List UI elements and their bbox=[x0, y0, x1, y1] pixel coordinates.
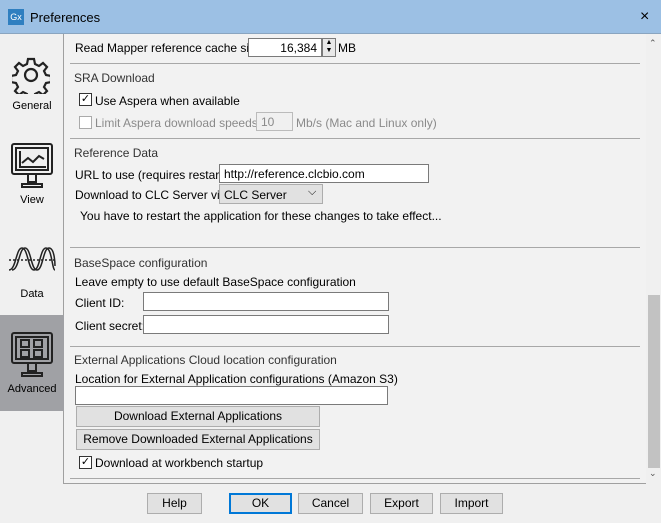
chevron-down-icon: ⌵ bbox=[308, 186, 317, 198]
cache-size-label: Read Mapper reference cache size: bbox=[75, 41, 266, 55]
cancel-button[interactable]: Cancel bbox=[298, 493, 363, 514]
use-aspera-checkbox[interactable]: ✓ bbox=[79, 93, 92, 106]
sidebar-item-label: Data bbox=[20, 288, 44, 300]
download-via-value: CLC Server bbox=[224, 188, 287, 202]
sidebar-item-label: View bbox=[20, 194, 44, 206]
help-button[interactable]: Help bbox=[147, 493, 202, 514]
limit-unit: Mb/s (Mac and Linux only) bbox=[296, 116, 437, 130]
app-icon: Gx bbox=[8, 9, 24, 25]
close-icon[interactable]: × bbox=[640, 8, 649, 26]
cache-size-spinner[interactable]: ▲ ▼ bbox=[322, 38, 336, 57]
download-via-select[interactable]: CLC Server ⌵ bbox=[219, 184, 323, 204]
use-aspera-label: Use Aspera when available bbox=[95, 94, 240, 108]
scroll-up-icon[interactable]: ⌃ bbox=[649, 38, 657, 49]
scroll-down-icon[interactable]: ⌄ bbox=[649, 468, 657, 479]
location-input[interactable] bbox=[75, 386, 388, 405]
limit-aspera-label: Limit Aspera download speeds to bbox=[95, 116, 272, 130]
sidebar: General View Data Advanced bbox=[0, 34, 64, 484]
sidebar-item-advanced[interactable]: Advanced bbox=[0, 315, 64, 411]
monitor-checkbox-icon bbox=[11, 332, 53, 377]
scrollbar-thumb[interactable] bbox=[648, 295, 660, 468]
location-label: Location for External Application config… bbox=[75, 372, 398, 386]
url-input[interactable]: http://reference.clcbio.com bbox=[219, 164, 429, 183]
limit-aspera-checkbox[interactable] bbox=[79, 116, 92, 129]
sidebar-item-label: General bbox=[12, 100, 52, 112]
reference-heading: Reference Data bbox=[74, 146, 159, 160]
divider bbox=[70, 478, 640, 479]
download-startup-label: Download at workbench startup bbox=[95, 456, 264, 470]
cache-unit: MB bbox=[338, 41, 356, 55]
limit-speed-input[interactable]: 10 bbox=[256, 112, 293, 131]
divider bbox=[70, 63, 640, 64]
client-id-label: Client ID: bbox=[75, 296, 125, 310]
external-heading: External Applications Cloud location con… bbox=[74, 353, 337, 367]
title-bar: Gx Preferences × bbox=[0, 0, 661, 34]
client-id-input[interactable] bbox=[143, 292, 389, 311]
divider bbox=[70, 138, 640, 139]
ok-button[interactable]: OK bbox=[229, 493, 292, 514]
divider bbox=[70, 247, 640, 248]
sra-heading: SRA Download bbox=[74, 71, 155, 85]
sidebar-item-view[interactable]: View bbox=[0, 130, 64, 226]
download-via-label: Download to CLC Server via bbox=[75, 188, 227, 202]
window-title: Preferences bbox=[30, 10, 101, 25]
basespace-hint: Leave empty to use default BaseSpace con… bbox=[75, 275, 356, 289]
divider bbox=[70, 346, 640, 347]
url-label: URL to use (requires restart): bbox=[75, 168, 230, 182]
import-button[interactable]: Import bbox=[440, 493, 503, 514]
waves-icon bbox=[8, 247, 56, 271]
sidebar-item-data[interactable]: Data bbox=[0, 226, 64, 322]
cache-size-input[interactable]: 16,384 bbox=[248, 38, 322, 57]
download-startup-checkbox[interactable]: ✓ bbox=[79, 456, 92, 469]
monitor-chart-icon bbox=[11, 143, 53, 188]
download-external-apps-button[interactable]: Download External Applications bbox=[76, 406, 320, 427]
sidebar-item-label: Advanced bbox=[7, 383, 57, 395]
client-secret-label: Client secret: bbox=[75, 319, 146, 333]
sidebar-item-general[interactable]: General bbox=[0, 34, 64, 130]
gear-icon bbox=[12, 57, 50, 94]
basespace-heading: BaseSpace configuration bbox=[74, 256, 208, 270]
export-button[interactable]: Export bbox=[370, 493, 433, 514]
remove-external-apps-button[interactable]: Remove Downloaded External Applications bbox=[76, 429, 320, 450]
client-secret-input[interactable] bbox=[143, 315, 389, 334]
restart-note: You have to restart the application for … bbox=[80, 209, 442, 223]
